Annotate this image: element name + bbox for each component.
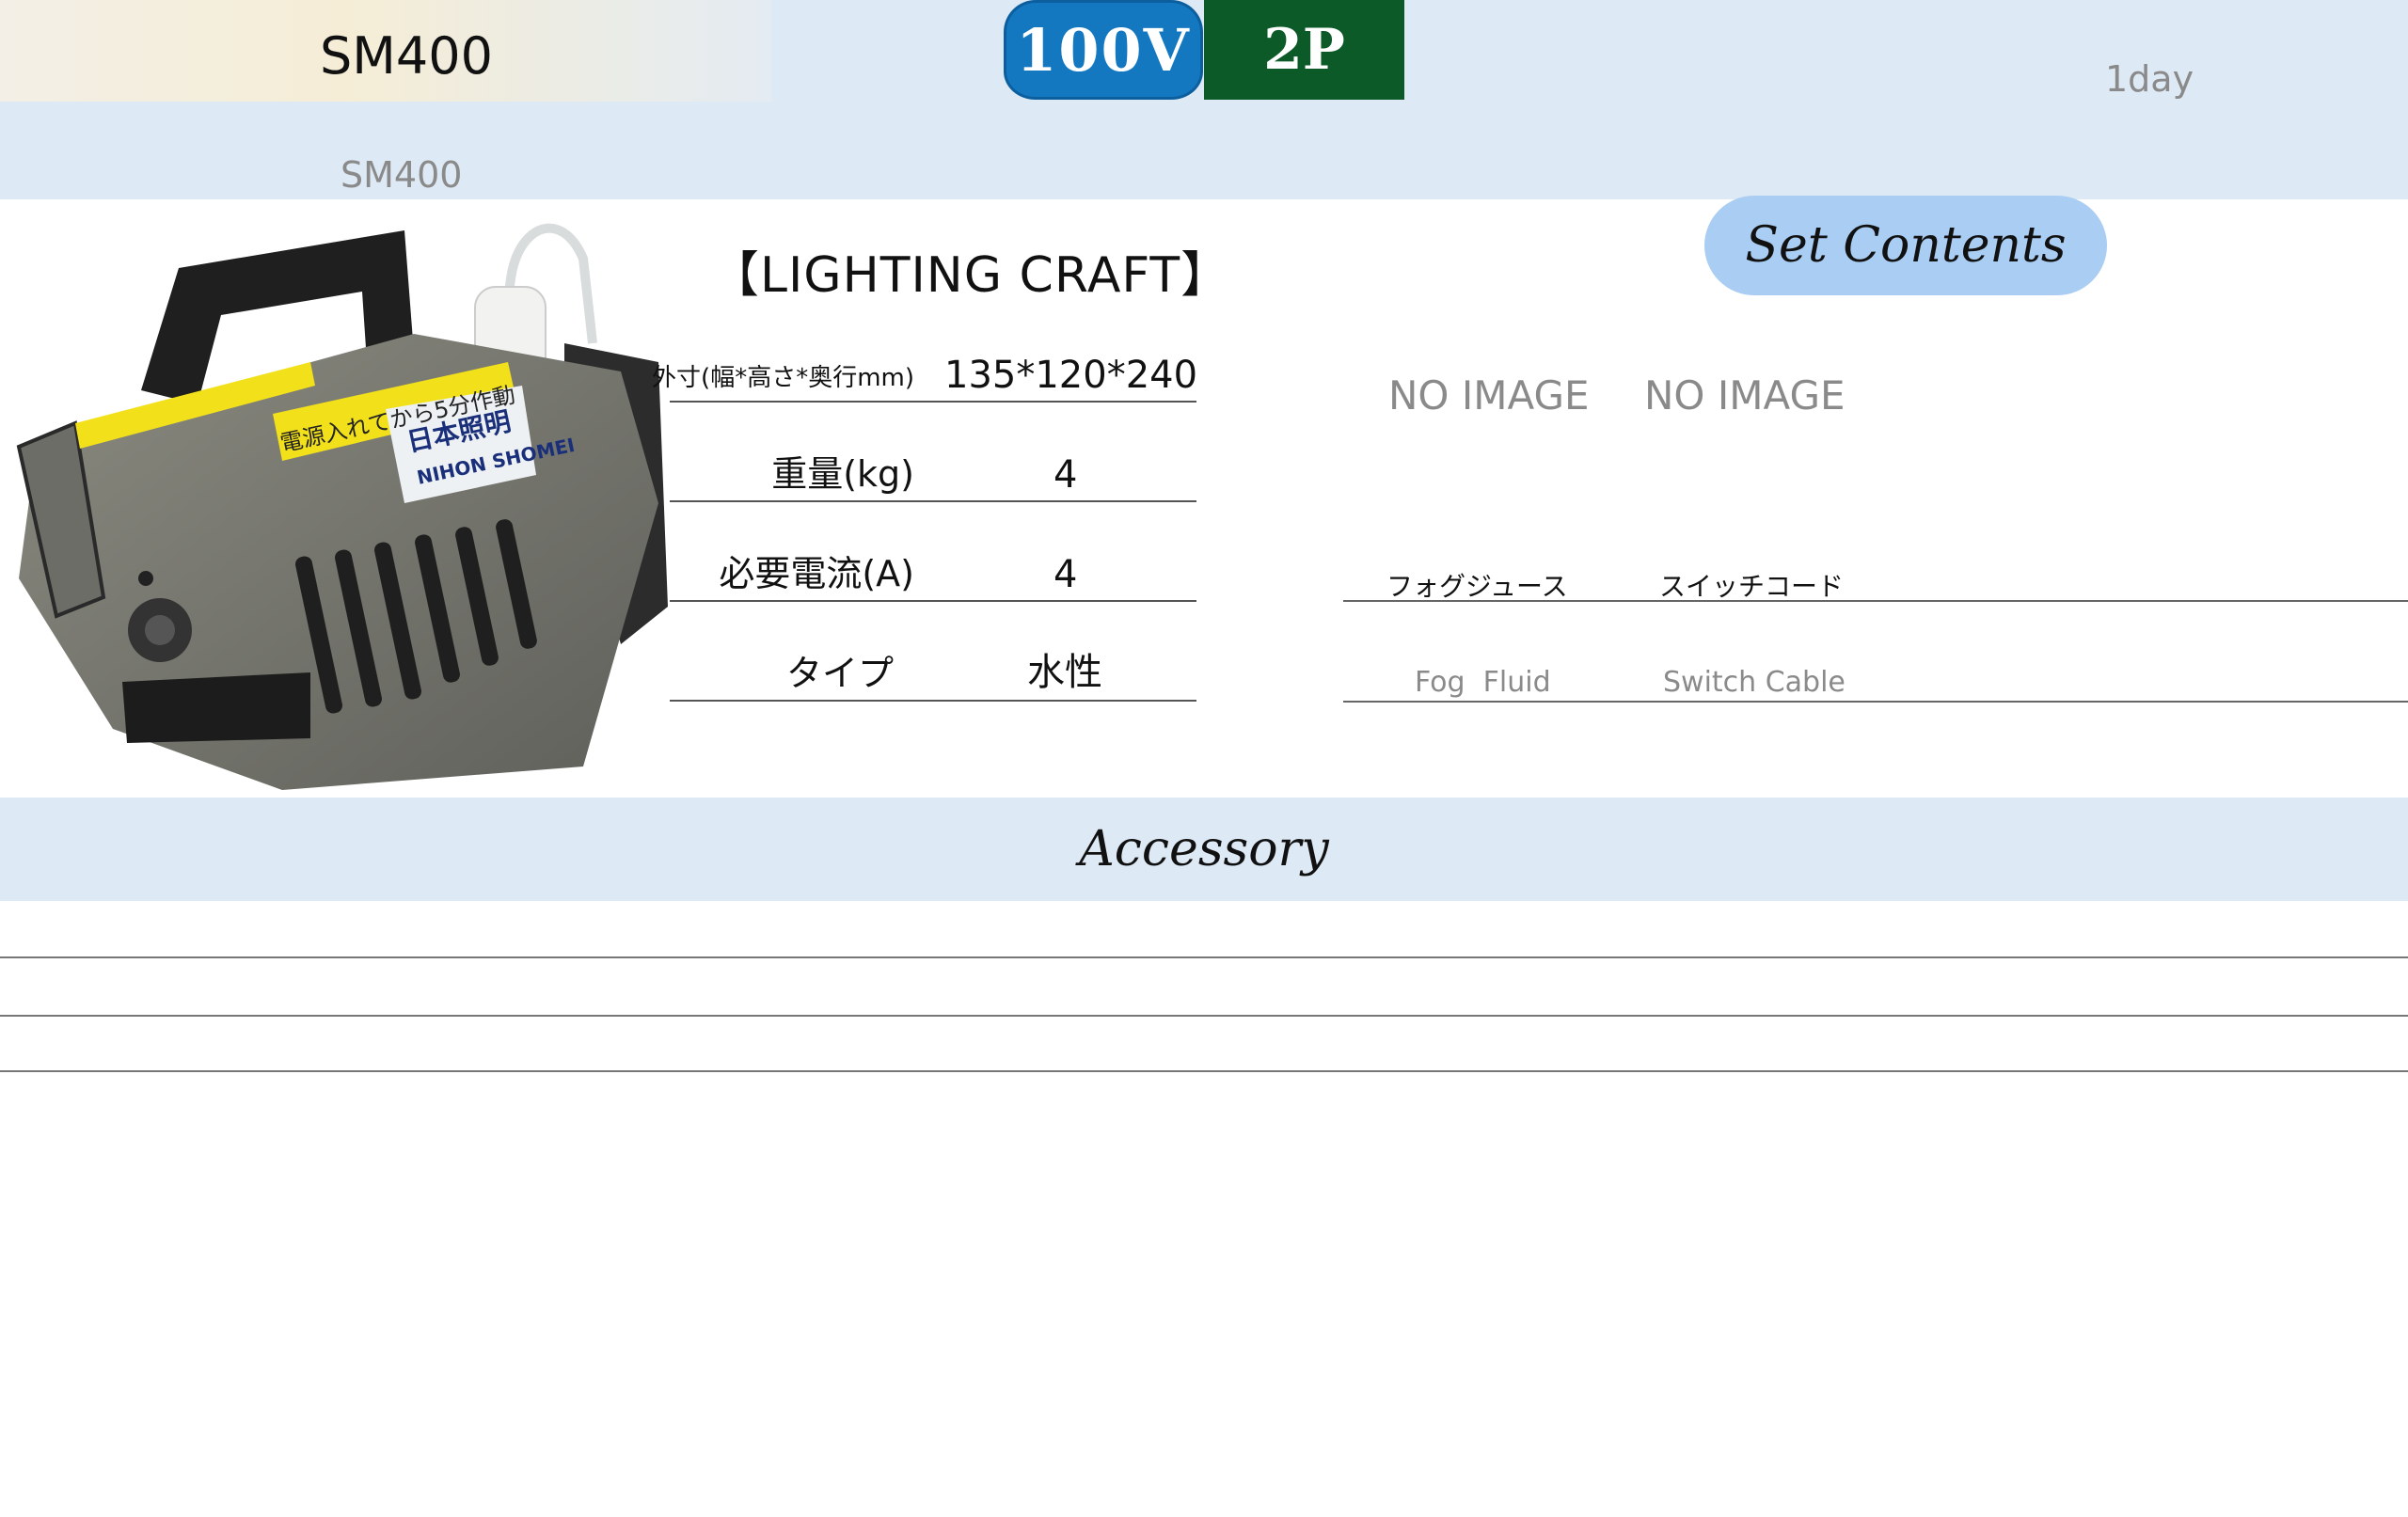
set-row-divider: [1343, 701, 2408, 703]
accessory-heading: Accessory: [1079, 821, 1329, 877]
accessory-row-divider: [0, 956, 2408, 958]
spec-value: 4: [1054, 553, 1078, 596]
set-item-name-jp: フォグジュース: [1386, 571, 1568, 602]
spec-label: 必要電流(A): [719, 553, 914, 594]
spec-label: 重量(kg): [771, 453, 914, 495]
set-item-name-jp: スイッチコード: [1659, 571, 1845, 602]
plug-pin-badge: 2P: [1204, 0, 1404, 100]
rental-term: 1day: [2105, 58, 2194, 100]
accessory-row-divider: [0, 1015, 2408, 1017]
spec-row-dimensions: 外寸(幅*高さ*奥行mm) 135*120*240: [652, 346, 1198, 403]
accessory-band: Accessory: [0, 798, 2408, 901]
spec-row-current: 必要電流(A) 4: [670, 545, 1196, 602]
set-item-image-placeholder: NO IMAGE: [1388, 372, 1590, 419]
spec-value: 135*120*240: [944, 354, 1198, 397]
model-subtitle: SM400: [341, 154, 463, 196]
spec-value: 4: [1054, 453, 1078, 497]
set-contents-heading: Set Contents: [1704, 196, 2107, 295]
set-item-image-placeholder: NO IMAGE: [1644, 372, 1846, 419]
spec-label: タイプ: [785, 653, 894, 694]
brand-name: 【LIGHTING CRAFT】: [710, 247, 1231, 304]
product-photo: 日本照明 NIHON SHOMEI 電源入れてから5分作動: [16, 223, 668, 790]
spec-row-weight: 重量(kg) 4: [670, 446, 1196, 502]
spec-value: 水性: [1027, 651, 1102, 694]
set-item-name-en: Fog Fluid: [1415, 666, 1551, 699]
accessory-row-divider: [0, 1070, 2408, 1072]
model-title: SM400: [320, 26, 493, 86]
spec-label: 外寸(幅*高さ*奥行mm): [652, 364, 914, 392]
spec-row-type: タイプ 水性: [670, 645, 1196, 702]
set-item-name-en: Switch Cable: [1663, 666, 1846, 699]
set-row-divider: [1343, 600, 2408, 602]
voltage-badge: 100V: [1004, 0, 1203, 100]
